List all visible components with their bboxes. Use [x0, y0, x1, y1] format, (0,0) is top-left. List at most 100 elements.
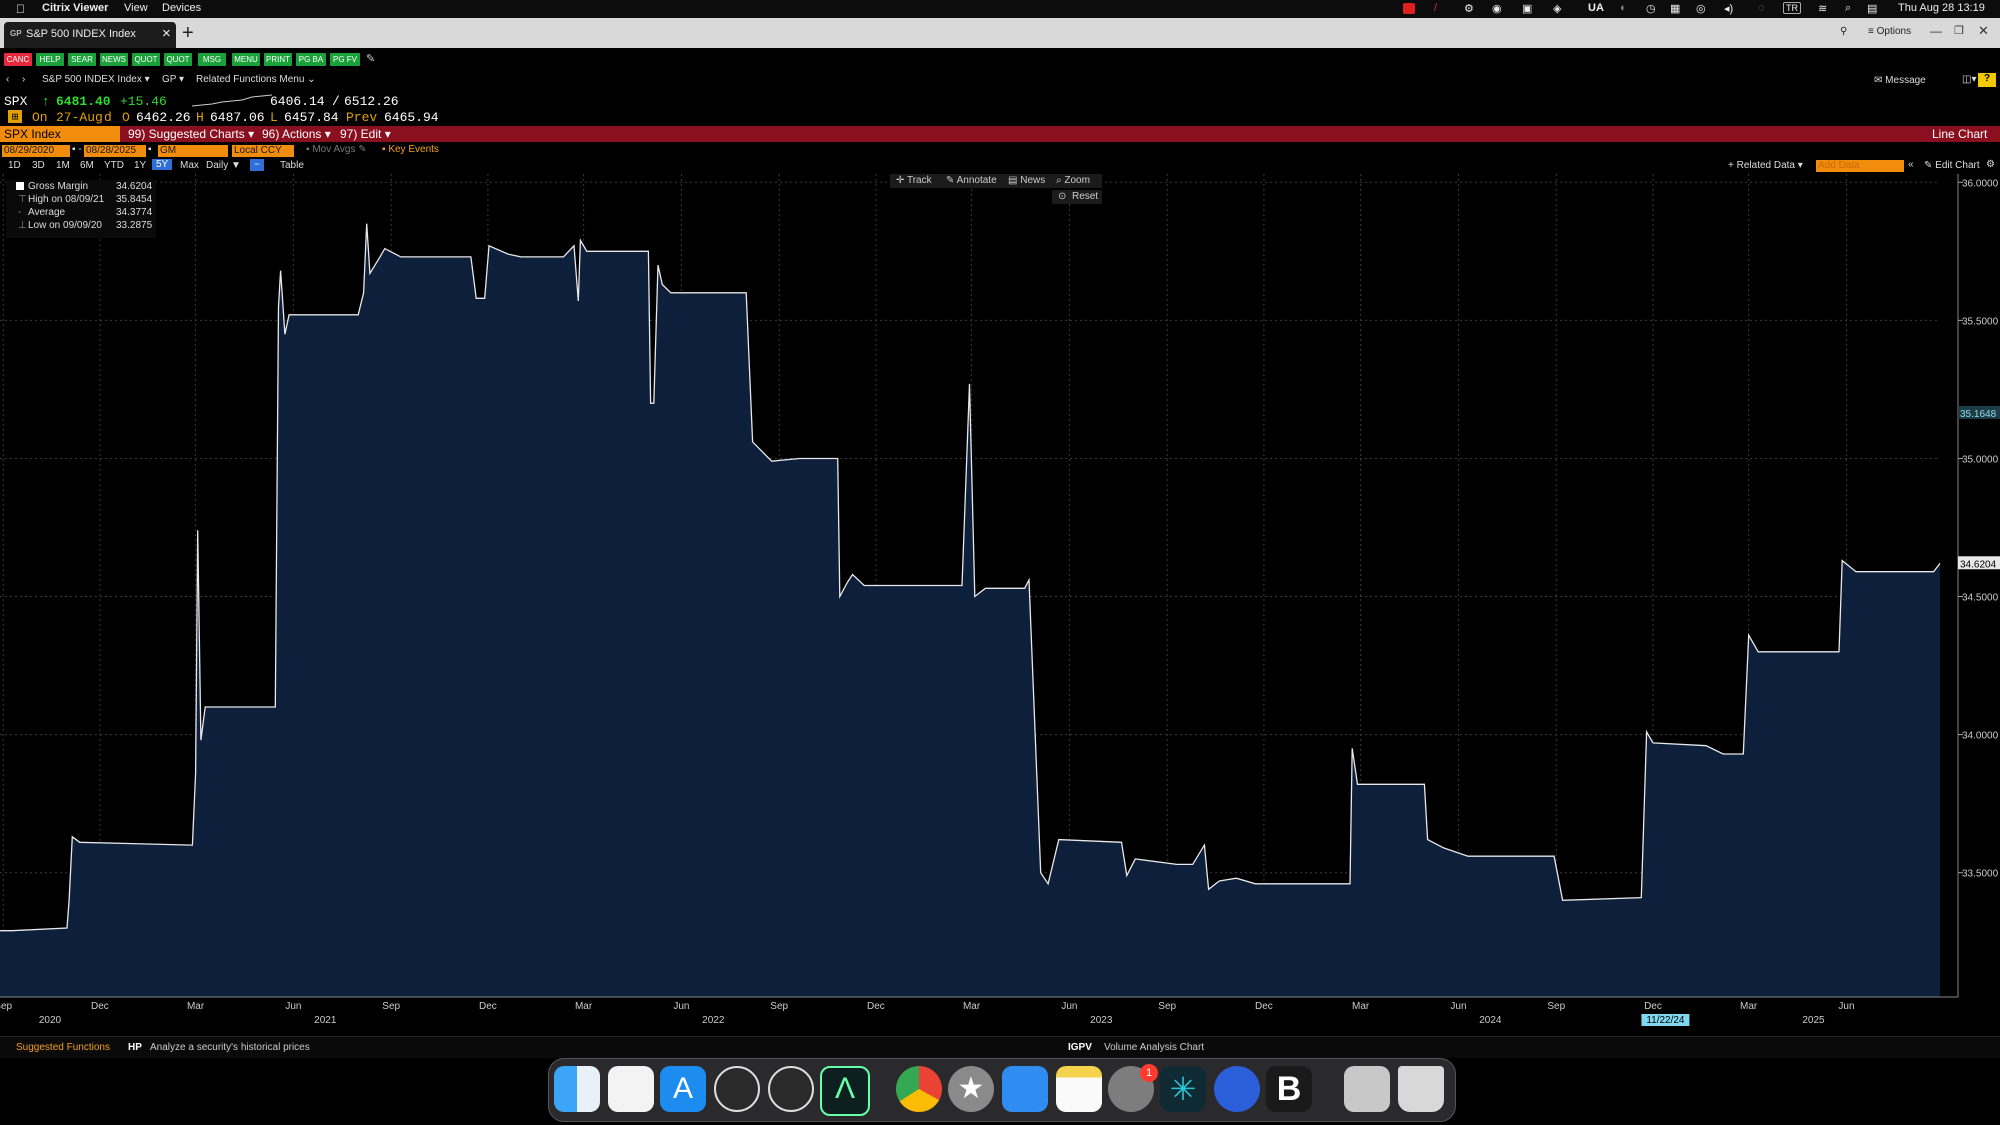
status-shazam-icon[interactable]: ◎: [1696, 2, 1706, 15]
zoom-tool[interactable]: ⌕ Zoom: [1056, 175, 1090, 186]
status-dot-icon[interactable]: ◌: [1758, 2, 1765, 14]
period-ytd[interactable]: YTD: [104, 160, 124, 171]
input-tr-label[interactable]: TR: [1783, 2, 1801, 14]
notes-icon[interactable]: [1056, 1066, 1102, 1112]
menu-button[interactable]: MENU: [232, 53, 260, 66]
collapse-icon[interactable]: «: [1908, 159, 1914, 170]
settings-gear-icon[interactable]: ⚙: [1986, 159, 1995, 170]
period-6m[interactable]: 6M: [80, 160, 94, 171]
new-tab-button[interactable]: +: [182, 22, 194, 45]
period-1d[interactable]: 1D: [8, 160, 21, 171]
chrome-icon[interactable]: [896, 1066, 942, 1112]
suggested-charts-menu[interactable]: 99) Suggested Charts ▾: [128, 127, 254, 141]
security-field[interactable]: SPX Index: [0, 126, 120, 142]
quote-button[interactable]: QUOT: [132, 53, 160, 66]
trash-icon[interactable]: [1398, 1066, 1444, 1112]
help-button[interactable]: HELP: [36, 53, 64, 66]
spotlight-search-icon[interactable]: ⌕: [1845, 2, 1851, 15]
restore-window-icon[interactable]: ❐: [1954, 24, 1964, 37]
quote-alt-button[interactable]: QUOT: [164, 53, 192, 66]
preview-icon[interactable]: [1344, 1066, 1390, 1112]
period-1y[interactable]: 1Y: [134, 160, 146, 171]
news-tool[interactable]: ▤ News: [1008, 175, 1045, 186]
start-date-input[interactable]: 08/29/2020: [2, 145, 70, 157]
gp-dropdown[interactable]: GP ▾: [162, 74, 184, 85]
tab-close-icon[interactable]: ×: [162, 25, 171, 42]
gross-margin-chart[interactable]: Sep Dec Mar Jun Sep Dec Mar Jun Sep Dec Mar Jun Sep D…: [0, 174, 2000, 1036]
period-5y[interactable]: 5Y: [152, 159, 173, 170]
minimize-window-icon[interactable]: —: [1930, 24, 1942, 38]
finder-icon[interactable]: [554, 1066, 600, 1112]
status-box-icon[interactable]: ▣: [1522, 2, 1532, 15]
related-data-menu[interactable]: + Related Data ▾: [1728, 160, 1803, 171]
annotate-tool[interactable]: ✎ Annotate: [946, 175, 997, 186]
status-circle-icon[interactable]: ◉: [1492, 2, 1502, 15]
status-red-icon[interactable]: [1403, 3, 1415, 14]
cancel-button[interactable]: CANC: [4, 53, 32, 66]
actions-menu[interactable]: 96) Actions ▾: [262, 127, 331, 141]
forward-arrow-icon[interactable]: ›: [22, 74, 25, 85]
terminal-icon[interactable]: Λ: [820, 1066, 870, 1116]
perplexity-icon[interactable]: ✳: [1160, 1066, 1206, 1112]
page-forward-button[interactable]: PG FV: [330, 53, 360, 66]
bloomberg-icon[interactable]: B: [1266, 1066, 1312, 1112]
star-icon[interactable]: ★: [948, 1066, 994, 1112]
suggested-functions-label[interactable]: Suggested Functions: [16, 1042, 110, 1053]
volume-icon[interactable]: ◂): [1724, 2, 1733, 15]
period-max[interactable]: Max: [180, 160, 199, 171]
keynote-icon[interactable]: [1002, 1066, 1048, 1112]
field-input[interactable]: GM: [158, 145, 228, 157]
add-data-input[interactable]: Add Data: [1816, 160, 1904, 172]
pen-icon[interactable]: /: [1434, 2, 1437, 14]
key-events-toggle[interactable]: ▪ Key Events: [382, 144, 439, 155]
wifi-icon[interactable]: ≋: [1818, 2, 1827, 15]
status-moon-icon[interactable]: ◐: [1620, 2, 1627, 14]
msg-button[interactable]: MSG: [198, 53, 226, 66]
apple-icon[interactable]: : [16, 2, 25, 16]
control-center-icon[interactable]: ▤: [1867, 2, 1877, 15]
back-arrow-icon[interactable]: ‹: [6, 74, 9, 85]
menu-app-name[interactable]: Citrix Viewer: [42, 2, 108, 14]
end-date-input[interactable]: 08/28/2025: [84, 145, 146, 157]
menu-devices[interactable]: Devices: [162, 2, 201, 14]
help-question-icon[interactable]: ?: [1978, 73, 1996, 87]
gear-status-icon[interactable]: ⚙: [1464, 2, 1474, 15]
status-grid-icon[interactable]: ▦: [1670, 2, 1680, 15]
hp-function-desc[interactable]: Analyze a security's historical prices: [150, 1042, 310, 1053]
period-1m[interactable]: 1M: [56, 160, 70, 171]
edit-chart-button[interactable]: ✎ Edit Chart: [1924, 160, 1980, 171]
input-source-label[interactable]: UA: [1588, 2, 1604, 14]
edit-menu[interactable]: 97) Edit ▾: [340, 127, 391, 141]
legend-swatch[interactable]: [16, 182, 24, 190]
news-button[interactable]: NEWS: [100, 53, 128, 66]
clock-icon[interactable]: ◷: [1646, 2, 1656, 15]
print-button[interactable]: PRINT: [264, 53, 292, 66]
menubar-clock[interactable]: Thu Aug 28 13:19: [1898, 2, 1985, 14]
layout-icon[interactable]: ◫▾: [1962, 74, 1976, 85]
period-3d[interactable]: 3D: [32, 160, 45, 171]
calendar-start-icon[interactable]: ▪ -: [72, 144, 82, 155]
wrench-icon[interactable]: ✎: [366, 52, 375, 65]
instruments-alt-icon[interactable]: [768, 1066, 814, 1112]
currency-select[interactable]: Local CCY: [232, 145, 294, 157]
track-tool[interactable]: ✛ Track: [896, 175, 932, 186]
calendar-end-icon[interactable]: ▪: [148, 144, 152, 155]
reset-button[interactable]: ⊙ Reset: [1052, 190, 1102, 204]
person-icon[interactable]: ⚲: [1840, 26, 1847, 37]
page-back-button[interactable]: PG BA: [296, 53, 326, 66]
app-store-icon[interactable]: A: [660, 1066, 706, 1112]
close-window-icon[interactable]: ✕: [1978, 23, 1989, 39]
igpv-function-code[interactable]: IGPV: [1068, 1042, 1092, 1053]
search-button[interactable]: SEAR: [68, 53, 96, 66]
related-functions-menu[interactable]: Related Functions Menu ⌄: [196, 74, 316, 85]
options-menu[interactable]: ≡ Options: [1868, 26, 1911, 37]
hp-function-code[interactable]: HP: [128, 1042, 142, 1053]
menu-view[interactable]: View: [124, 2, 148, 14]
message-button[interactable]: ✉ Message: [1874, 75, 1926, 86]
table-button[interactable]: Table: [280, 160, 304, 171]
line-chart-icon[interactable]: ~: [250, 159, 264, 171]
dots-app-icon[interactable]: [1214, 1066, 1260, 1112]
status-eye-icon[interactable]: ◈: [1553, 2, 1561, 15]
reminders-icon[interactable]: [608, 1066, 654, 1112]
security-dropdown[interactable]: S&P 500 INDEX Index ▾: [42, 74, 150, 85]
